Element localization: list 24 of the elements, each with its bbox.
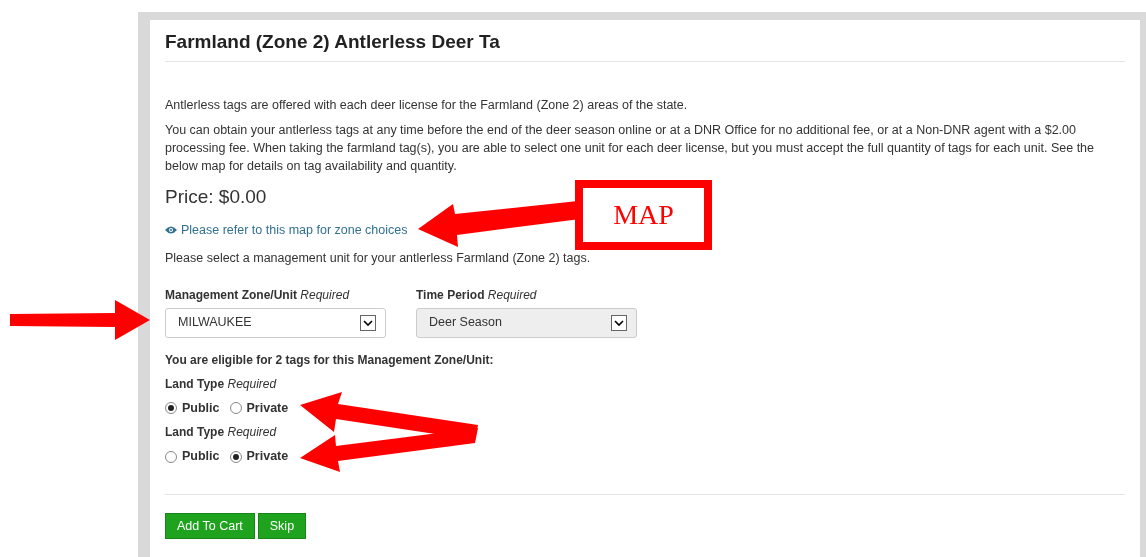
radio-button[interactable] <box>229 401 242 414</box>
page-title: Farmland (Zone 2) Antlerless Deer Ta <box>165 28 1125 62</box>
field-label: Management Zone/Unit Required <box>165 286 350 304</box>
eligibility-text: You are eligible for 2 tags for this Management Zone/Unit: <box>165 351 494 369</box>
price-text: Price: $0.00 <box>165 184 267 209</box>
field-label: Land Type Required <box>165 424 277 442</box>
radio-option[interactable]: Public <box>165 398 220 418</box>
dropdown-select[interactable]: MILWAUKEE <box>165 307 386 338</box>
caret-icon <box>611 314 627 331</box>
field-label: Time Period Required <box>416 286 537 304</box>
eye-icon <box>165 226 177 235</box>
radio-button[interactable] <box>165 401 177 414</box>
map-link[interactable]: Please refer to this map for zone choices <box>165 221 408 240</box>
radio-option[interactable]: Public <box>165 447 220 466</box>
radio-option[interactable]: Private <box>229 447 289 466</box>
caret-icon <box>360 314 376 331</box>
map-callout: MAP <box>575 180 712 250</box>
instruction-text: Please select a management unit for your antlerless Farmland (Zone 2) tags. <box>165 249 591 267</box>
radio-button[interactable] <box>229 450 242 463</box>
radio-button[interactable] <box>165 450 177 463</box>
info-paragraph: Antlerless tags are offered with each deer license for the Farmland (Zone 2) areas of the state. <box>165 96 689 114</box>
field-label: Land Type Required <box>165 375 277 393</box>
info-paragraph: You can obtain your antlerless tags at any time before the end of the deer season online or at a DNR Office for no additional fee, or at a Non-DNR agent with a $2.00 processing fee. When taking the farmland tag(s), you are able to select one unit for each deer license, but you must accept the full quantity of tags for each unit. See the below map for details on tag availability and quantity. <box>165 121 1095 175</box>
radio-option[interactable]: Private <box>229 398 289 418</box>
